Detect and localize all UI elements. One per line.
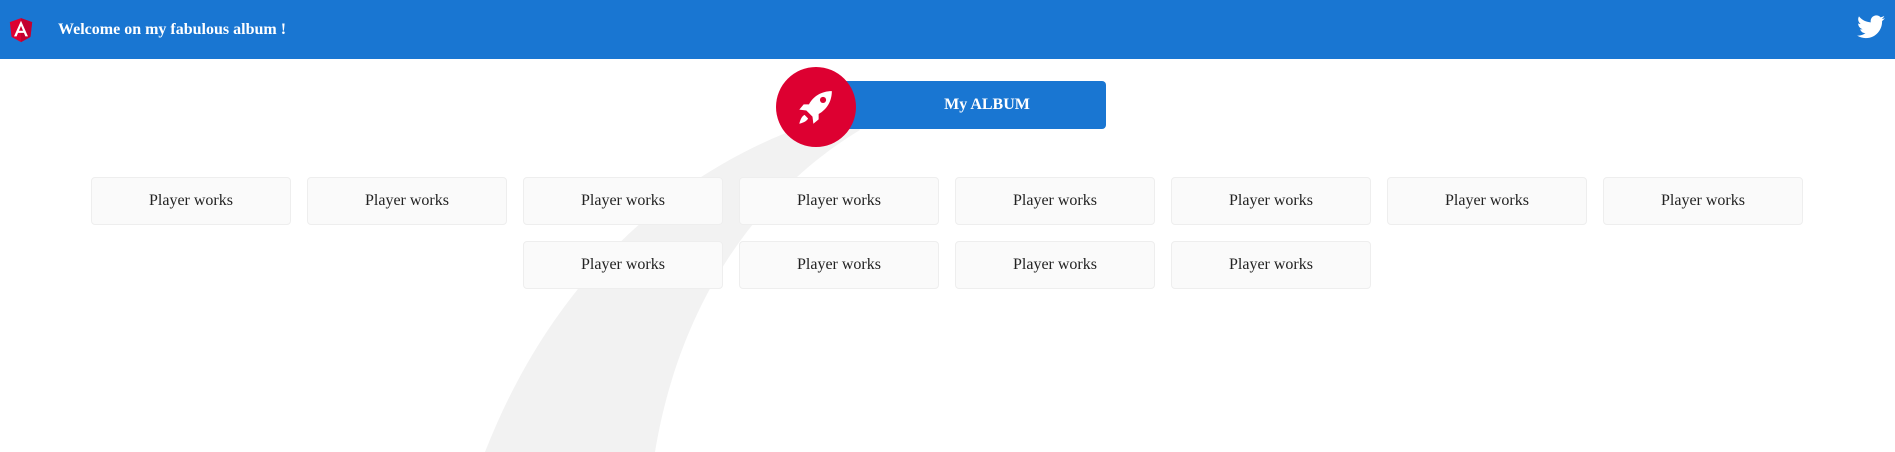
top-toolbar: Welcome on my fabulous album !	[0, 0, 1895, 59]
angular-logo-icon	[9, 18, 33, 43]
player-card[interactable]: Player works	[523, 241, 723, 289]
cards-row-2: Player works Player works Player works P…	[82, 241, 1812, 289]
rocket-icon	[799, 91, 832, 124]
rocket-badge	[776, 67, 856, 147]
player-card[interactable]: Player works	[1171, 177, 1371, 225]
my-album-button[interactable]: My ALBUM	[838, 81, 1106, 129]
player-card[interactable]: Player works	[1387, 177, 1587, 225]
player-card[interactable]: Player works	[307, 177, 507, 225]
player-card[interactable]: Player works	[955, 241, 1155, 289]
player-card[interactable]: Player works	[1603, 177, 1803, 225]
player-card[interactable]: Player works	[955, 177, 1155, 225]
player-card[interactable]: Player works	[739, 177, 939, 225]
page-title: Welcome on my fabulous album !	[58, 21, 287, 38]
player-card[interactable]: Player works	[91, 177, 291, 225]
cards-row-1: Player works Player works Player works P…	[82, 177, 1812, 225]
player-cards-grid: Player works Player works Player works P…	[82, 177, 1812, 305]
player-card[interactable]: Player works	[1171, 241, 1371, 289]
player-card[interactable]: Player works	[523, 177, 723, 225]
player-card[interactable]: Player works	[739, 241, 939, 289]
twitter-icon[interactable]	[1857, 15, 1885, 39]
hero-section: My ALBUM	[776, 67, 1106, 149]
